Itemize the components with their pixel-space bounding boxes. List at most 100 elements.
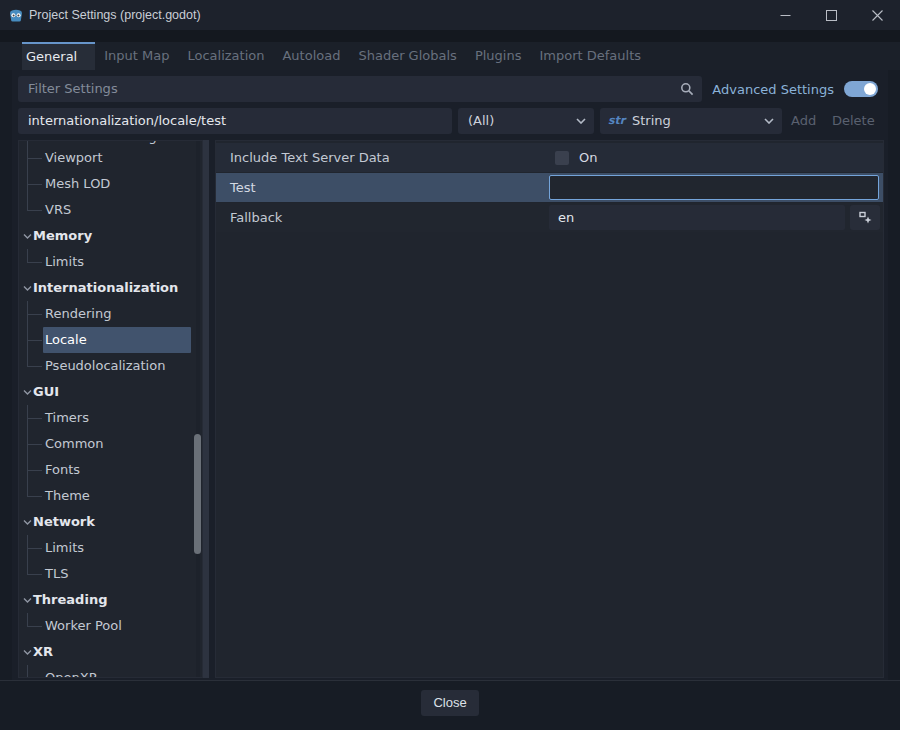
tree-item-network[interactable]: Network xyxy=(19,509,202,535)
tree-item-theme[interactable]: Theme xyxy=(19,483,202,509)
tree-item-label: Rendering xyxy=(45,301,111,327)
tree-item-tls[interactable]: TLS xyxy=(19,561,202,587)
tab-input-map[interactable]: Input Map xyxy=(95,42,178,70)
close-button[interactable]: Close xyxy=(421,690,479,716)
tree-item-label: Mesh LOD xyxy=(45,171,110,197)
section-collapse-icon xyxy=(23,234,32,239)
toggle-knob xyxy=(864,83,876,95)
close-icon xyxy=(872,10,883,21)
tree-item-label: Internationalization xyxy=(33,275,178,301)
tree-item-fonts[interactable]: Fonts xyxy=(19,457,202,483)
tree-item-threading[interactable]: Threading xyxy=(19,587,202,613)
tree-item-memory[interactable]: Memory xyxy=(19,223,202,249)
settings-category-tree: Occlusion CullingViewportMesh LODVRSMemo… xyxy=(18,140,203,678)
tree-item-pseudolocalization[interactable]: Pseudolocalization xyxy=(19,353,202,379)
titlebar-tab-gap xyxy=(0,30,900,42)
tree-item-limits[interactable]: Limits xyxy=(19,249,202,275)
tab-localization[interactable]: Localization xyxy=(178,42,273,70)
type-select[interactable]: str String xyxy=(600,108,782,134)
filter-row: Filter Settings Advanced Settings xyxy=(18,76,878,102)
setting-row-test: Test xyxy=(216,173,883,202)
titlebar: Project Settings (project.godot) xyxy=(0,0,900,30)
tree-item-internationalization[interactable]: Internationalization xyxy=(19,275,202,301)
tab-import-defaults[interactable]: Import Defaults xyxy=(530,42,650,70)
tab-general[interactable]: General xyxy=(22,42,95,70)
tree-item-label: XR xyxy=(33,639,53,665)
tree-connector-line xyxy=(27,249,28,262)
property-path-input[interactable]: internationalization/locale/test xyxy=(18,108,452,134)
tree-connector-line xyxy=(27,197,28,210)
section-collapse-icon xyxy=(23,390,32,395)
property-path-value: internationalization/locale/test xyxy=(28,113,226,128)
include-text-server-data-checkbox[interactable] xyxy=(555,151,569,165)
tree-item-label: Threading xyxy=(33,587,107,613)
tree-item-label: TLS xyxy=(45,561,68,587)
test-value-input[interactable] xyxy=(549,175,879,200)
category-select[interactable]: (All) xyxy=(458,108,594,134)
setting-row-fallback: Fallback en xyxy=(216,203,883,232)
tree-item-label: Limits xyxy=(45,249,84,275)
tree-connector-line xyxy=(27,353,28,366)
delete-button[interactable]: Delete xyxy=(832,108,875,134)
tree-connector-stub xyxy=(27,366,42,367)
add-button[interactable]: Add xyxy=(791,108,816,134)
tree-connector-stub xyxy=(27,314,42,315)
tree-item-label: Common xyxy=(45,431,104,457)
tab-plugins[interactable]: Plugins xyxy=(466,42,531,70)
tree-item-rendering[interactable]: Rendering xyxy=(19,301,202,327)
tree-connector-stub xyxy=(27,184,42,185)
tree-item-gui[interactable]: GUI xyxy=(19,379,202,405)
tree-item-vrs[interactable]: VRS xyxy=(19,197,202,223)
tree-item-label: Viewport xyxy=(45,145,103,171)
category-select-value: (All) xyxy=(468,113,494,128)
settings-panel: Include Text Server Data On Test Fallbac… xyxy=(215,140,884,678)
fallback-value-input[interactable]: en xyxy=(549,205,845,230)
tab-autoload[interactable]: Autoload xyxy=(273,42,349,70)
footer-divider xyxy=(0,680,900,681)
tree-item-viewport[interactable]: Viewport xyxy=(19,145,202,171)
tree-item-mesh-lod[interactable]: Mesh LOD xyxy=(19,171,202,197)
tree-connector-stub xyxy=(27,626,42,627)
maximize-button[interactable] xyxy=(808,0,854,30)
section-collapse-icon xyxy=(23,286,32,291)
tree-item-label: Network xyxy=(33,509,95,535)
scrollbar-thumb[interactable] xyxy=(194,434,201,554)
close-window-button[interactable] xyxy=(854,0,900,30)
tab-shader-globals[interactable]: Shader Globals xyxy=(349,42,465,70)
tree-item-label: Theme xyxy=(45,483,90,509)
panel-splitter[interactable] xyxy=(203,140,209,678)
setting-label: Include Text Server Data xyxy=(216,150,549,165)
tree-item-label: Timers xyxy=(45,405,89,431)
tree-connector-line xyxy=(27,665,28,678)
tree-connector-stub xyxy=(27,262,42,263)
tree-item-label: Memory xyxy=(33,223,92,249)
tree-item-openxr[interactable]: OpenXR xyxy=(19,665,202,678)
minimize-button[interactable] xyxy=(762,0,808,30)
scrollbar-track[interactable] xyxy=(196,141,200,677)
tree-connector-stub xyxy=(27,444,42,445)
property-bar: internationalization/locale/test (All) s… xyxy=(18,108,782,134)
type-select-value: String xyxy=(632,113,671,128)
tree-item-timers[interactable]: Timers xyxy=(19,405,202,431)
filter-settings-input[interactable]: Filter Settings xyxy=(18,76,702,102)
tab-bar: GeneralInput MapLocalizationAutoloadShad… xyxy=(0,42,900,70)
window-title: Project Settings (project.godot) xyxy=(29,8,201,22)
tree-item-worker-pool[interactable]: Worker Pool xyxy=(19,613,202,639)
tree-connector-stub xyxy=(27,470,42,471)
tree-connector-stub xyxy=(27,496,42,497)
tree-connector-stub xyxy=(27,340,42,341)
tree-connector-line xyxy=(27,561,28,574)
tree-item-common[interactable]: Common xyxy=(19,431,202,457)
section-collapse-icon xyxy=(23,520,32,525)
tree-connector-stub xyxy=(27,574,42,575)
maximize-icon xyxy=(826,10,837,21)
locale-select-button[interactable] xyxy=(850,205,880,230)
tree-item-xr[interactable]: XR xyxy=(19,639,202,665)
tree-item-label: Fonts xyxy=(45,457,80,483)
tree-item-label: GUI xyxy=(33,379,59,405)
tree-item-locale[interactable]: Locale xyxy=(19,327,202,353)
advanced-settings-toggle[interactable] xyxy=(844,81,878,97)
tree-item-label: OpenXR xyxy=(45,665,98,678)
tree-item-label: VRS xyxy=(45,197,71,223)
tree-item-limits[interactable]: Limits xyxy=(19,535,202,561)
